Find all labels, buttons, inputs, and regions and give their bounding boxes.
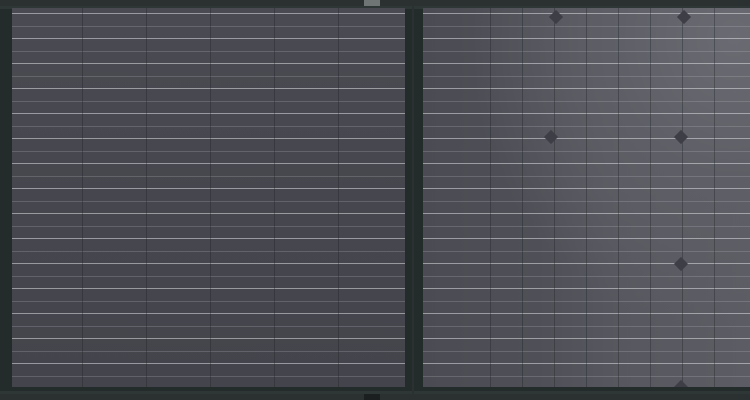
cell-busbar-line	[12, 188, 405, 189]
cell-busbar-line	[12, 113, 405, 114]
cell-column-divider	[146, 8, 147, 387]
cell-busbar-line	[12, 338, 405, 339]
cell-busbar-line	[12, 225, 405, 227]
cell-busbar-line	[12, 13, 405, 14]
cell-column-divider	[82, 8, 83, 387]
cell-busbar-line	[12, 363, 405, 364]
cell-busbar-line	[12, 150, 405, 152]
cell-column-divider	[522, 8, 523, 387]
cell-busbar-line	[12, 300, 405, 302]
cell-busbar-line	[12, 238, 405, 239]
frame-bottom-edge	[0, 391, 412, 394]
cell-busbar-line	[12, 288, 405, 289]
cell-busbar-line	[12, 38, 405, 39]
hinge-bracket-bottom	[364, 394, 380, 400]
cell-busbar-line	[12, 50, 405, 52]
cell-busbar-line	[12, 200, 405, 202]
cell-busbar-line	[12, 63, 405, 64]
cell-busbar-line	[12, 250, 405, 252]
cell-column-divider	[554, 8, 555, 387]
cell-column-divider	[714, 8, 715, 387]
cell-column-divider	[650, 8, 651, 387]
cell-column-divider	[586, 8, 587, 387]
cell-busbar-line	[12, 350, 405, 352]
cell-corner-marker	[673, 129, 689, 145]
cell-busbar-line	[12, 313, 405, 314]
cell-corner-marker	[673, 379, 689, 387]
cell-busbar-line	[12, 375, 405, 377]
cell-corner-marker	[543, 129, 559, 145]
cell-busbar-line	[12, 325, 405, 327]
hinge-bracket-top	[364, 0, 380, 6]
cell-column-divider	[274, 8, 275, 387]
cell-corner-marker	[673, 256, 689, 272]
frame-bottom-edge	[414, 391, 750, 394]
cell-busbar-line	[12, 175, 405, 177]
cell-column-divider	[210, 8, 211, 387]
cell-column-divider	[618, 8, 619, 387]
cell-column-divider	[682, 8, 683, 387]
left-solar-module	[12, 8, 405, 387]
cell-busbar-line	[12, 125, 405, 127]
cell-column-divider	[338, 8, 339, 387]
cell-busbar-line	[12, 138, 405, 139]
cell-busbar-line	[12, 275, 405, 277]
cell-busbar-line	[12, 100, 405, 102]
cell-busbar-line	[12, 263, 405, 264]
cell-busbar-line	[12, 88, 405, 89]
cell-busbar-line	[12, 25, 405, 27]
cell-busbar-line	[12, 75, 405, 77]
cell-busbar-line	[12, 163, 405, 164]
cell-busbar-line	[12, 213, 405, 214]
cell-column-divider	[490, 8, 491, 387]
solar-panel-photo	[0, 0, 750, 400]
right-solar-module	[423, 8, 750, 387]
